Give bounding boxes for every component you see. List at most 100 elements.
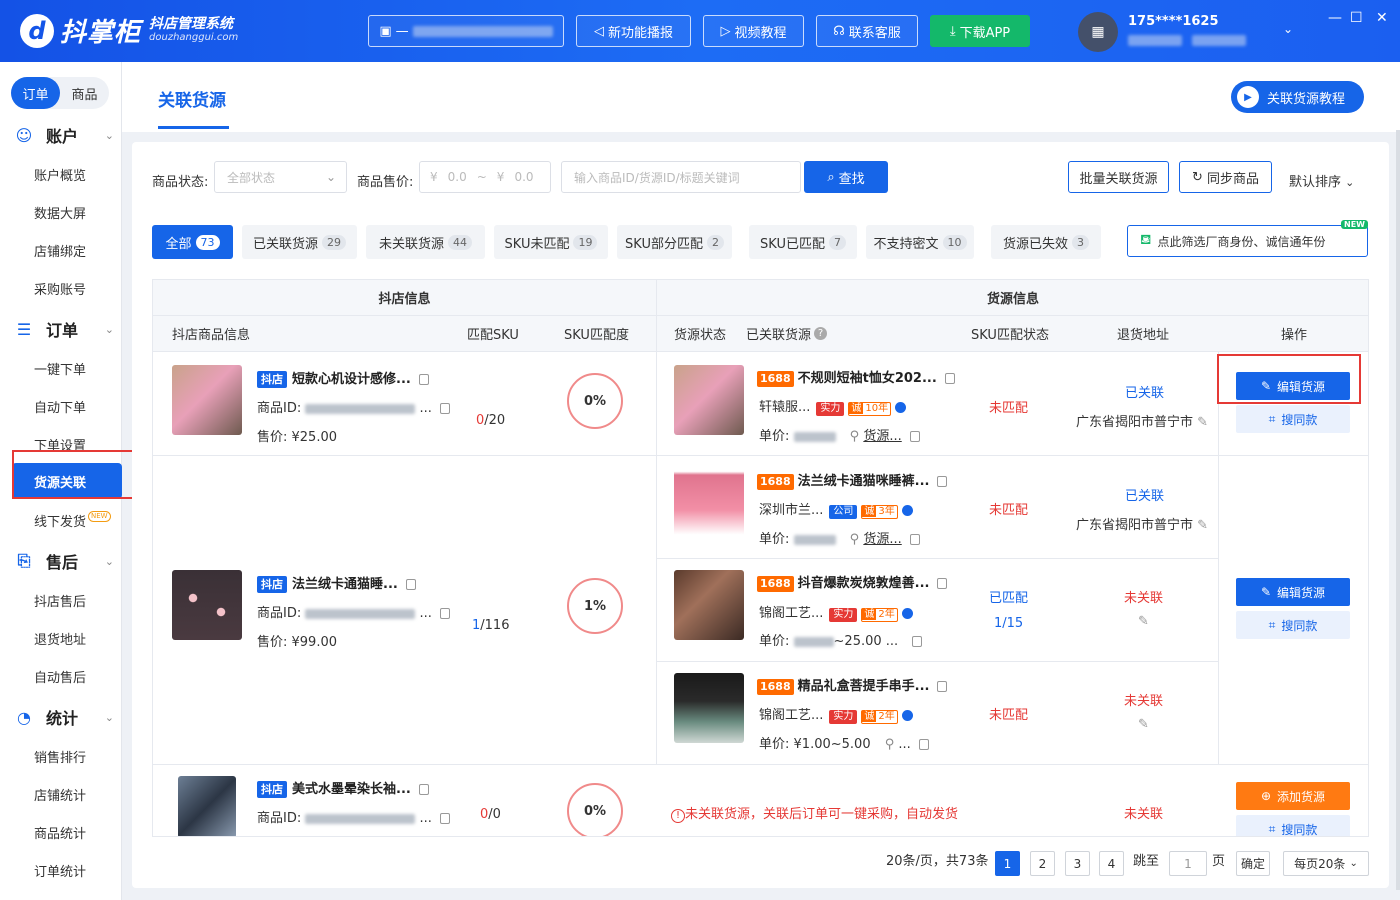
copy-icon[interactable] [909,431,920,442]
search-button[interactable]: ⌕ 查找 [804,161,888,193]
shop-switcher-button[interactable]: ▣ — [368,15,564,47]
tab-sku-partial[interactable]: SKU部分匹配 2 [617,225,732,259]
product-thumbnail[interactable] [178,776,236,836]
edit-pencil-icon[interactable]: ✎ [1197,415,1208,430]
edit-pencil-icon[interactable]: ✎ [1138,717,1149,732]
find-similar-button[interactable]: ⌗ 搜同款 [1236,611,1350,639]
edit-pencil-icon[interactable]: ✎ [1138,614,1149,629]
sidebar-item-shop-stats[interactable]: 店铺统计 [34,785,86,804]
product-title[interactable]: 抖店 法兰绒卡通猫睡... [257,573,416,593]
confirm-button[interactable]: 确定 [1236,851,1270,876]
sidebar-item-data-screen[interactable]: 数据大屏 [34,203,86,222]
sidebar-item-purchase-account[interactable]: 采购账号 [34,279,86,298]
batch-link-button[interactable]: 批量关联货源 [1068,161,1169,193]
sidebar-item-one-click-order[interactable]: 一键下单 [34,359,86,378]
link-status[interactable]: 未关联 [1124,690,1163,709]
avatar[interactable]: ▦ [1078,12,1118,52]
copy-icon[interactable] [944,373,955,384]
copy-icon[interactable] [937,578,948,589]
copy-icon[interactable] [439,608,450,619]
sidebar-item-auto-order[interactable]: 自动下单 [34,397,86,416]
tab-all[interactable]: 全部 73 [152,225,233,259]
copy-icon[interactable] [937,681,948,692]
add-source-button[interactable]: ⊕ 添加货源 [1236,782,1350,810]
source-title[interactable]: 1688 精品礼盒菩提手串手... [757,675,948,695]
source-seller[interactable]: 轩辕服... 实力诚 10年 [759,396,907,416]
price-range-input[interactable]: ¥ 0.0 ~ ¥ 0.0 [419,161,551,193]
factory-filter-button[interactable]: ⛾ 点此筛选厂商身份、诚信通年份 NEW [1127,220,1368,257]
copy-icon[interactable] [918,739,929,750]
copy-icon[interactable] [439,403,450,414]
source-title[interactable]: 1688 法兰绒卡通猫咪睡裤... [757,470,948,490]
tab-linked[interactable]: 已关联货源 29 [242,225,357,259]
help-icon[interactable]: ? [814,327,828,340]
jump-input[interactable]: 1 [1169,851,1207,876]
keyword-search-input[interactable]: 输入商品ID/货源ID/标题关键词 [561,161,801,193]
per-page-select[interactable]: 每页20条 ⌄ [1283,851,1369,876]
link-status[interactable]: 已关联 [1125,382,1164,401]
sidebar-item-product-stats[interactable]: 商品统计 [34,823,86,842]
copy-icon[interactable] [405,579,416,590]
segment-products[interactable]: 商品 [60,77,109,109]
product-thumbnail[interactable] [172,365,242,435]
contact-support-button[interactable]: ☊ 联系客服 [816,15,918,47]
copy-icon[interactable] [439,813,450,824]
find-similar-button[interactable]: ⌗ 搜同款 [1236,405,1350,433]
scrollbar[interactable] [1396,130,1400,890]
close-icon[interactable]: ✕ [1376,10,1388,26]
source-thumbnail[interactable] [674,673,744,743]
maximize-icon[interactable]: ☐ [1350,10,1363,26]
source-title[interactable]: 1688 不规则短袖t恤女202... [757,367,955,387]
source-thumbnail[interactable] [674,570,744,640]
sort-dropdown[interactable]: 默认排序 ⌄ [1289,171,1354,190]
tab-source-invalid[interactable]: 货源已失效 3 [991,225,1101,259]
copy-icon[interactable] [912,636,923,647]
copy-icon[interactable] [937,476,948,487]
sidebar-item-offline-shipping[interactable]: 线下发货 NEW [34,511,111,530]
copy-icon[interactable] [418,784,429,795]
sidebar-section-orders[interactable]: ☰ 订单 ⌄ [14,317,114,341]
status-select[interactable]: 全部状态 ⌄ [214,161,347,193]
page-2[interactable]: 2 [1030,851,1055,876]
link-status[interactable]: 未关联 [1124,587,1163,606]
page-3[interactable]: 3 [1065,851,1090,876]
sidebar-section-statistics[interactable]: ◔ 统计 ⌄ [14,705,114,729]
source-title[interactable]: 1688 抖音爆款炭烧敦煌善... [757,572,948,592]
tab-unlinked[interactable]: 未关联货源 44 [366,225,485,259]
user-info[interactable]: 175****1625 [1128,14,1247,50]
product-thumbnail[interactable] [172,570,242,640]
page-1[interactable]: 1 [995,851,1020,876]
tab-no-ciphertext[interactable]: 不支持密文 10 [866,225,974,259]
segment-orders[interactable]: 订单 [11,77,60,109]
new-features-button[interactable]: ◁ 新功能播报 [576,15,691,47]
edit-source-button[interactable]: ✎ 编辑货源 [1236,578,1350,606]
page-title[interactable]: 关联货源 [158,86,226,111]
source-seller[interactable]: 锦阁工艺... 实力诚 2年 [759,602,913,622]
sidebar-item-order-stats[interactable]: 订单统计 [34,861,86,880]
sidebar-section-after-sales[interactable]: ⎘ 售后 ⌄ [14,549,114,573]
product-title[interactable]: 抖店 短款心机设计感修... [257,368,429,388]
sidebar-item-sales-ranking[interactable]: 销售排行 [34,747,86,766]
page-4[interactable]: 4 [1099,851,1124,876]
download-app-button[interactable]: ⤓ 下载APP [930,15,1030,47]
sidebar-item-shop-after-sales[interactable]: 抖店售后 [34,591,86,610]
minimize-icon[interactable]: — [1328,10,1342,26]
source-seller[interactable]: 锦阁工艺... 实力诚 2年 [759,704,913,724]
find-similar-button[interactable]: ⌗ 搜同款 [1236,815,1350,836]
sidebar-item-auto-after-sales[interactable]: 自动售后 [34,667,86,686]
sidebar-item-return-address[interactable]: 退货地址 [34,629,86,648]
sidebar-section-account[interactable]: ☺ 账户 ⌄ [14,123,114,147]
product-title[interactable]: 抖店 美式水墨晕染长袖... [257,778,429,798]
copy-icon[interactable] [909,534,920,545]
source-thumbnail[interactable] [674,365,744,435]
source-seller[interactable]: 深圳市兰... 公司诚 3年 [759,499,913,519]
video-tutorial-button[interactable]: ▷ 视频教程 [703,15,804,47]
user-menu-chevron-icon[interactable]: ⌄ [1283,22,1293,36]
copy-icon[interactable] [418,374,429,385]
tab-sku-matched[interactable]: SKU已匹配 7 [749,225,857,259]
sync-products-button[interactable]: ↻ 同步商品 [1179,161,1272,193]
link-status[interactable]: 已关联 [1125,485,1164,504]
sidebar-item-shop-binding[interactable]: 店铺绑定 [34,241,86,260]
link-status[interactable]: 未关联 [1124,803,1163,822]
tab-sku-unmatched[interactable]: SKU未匹配 19 [494,225,608,259]
